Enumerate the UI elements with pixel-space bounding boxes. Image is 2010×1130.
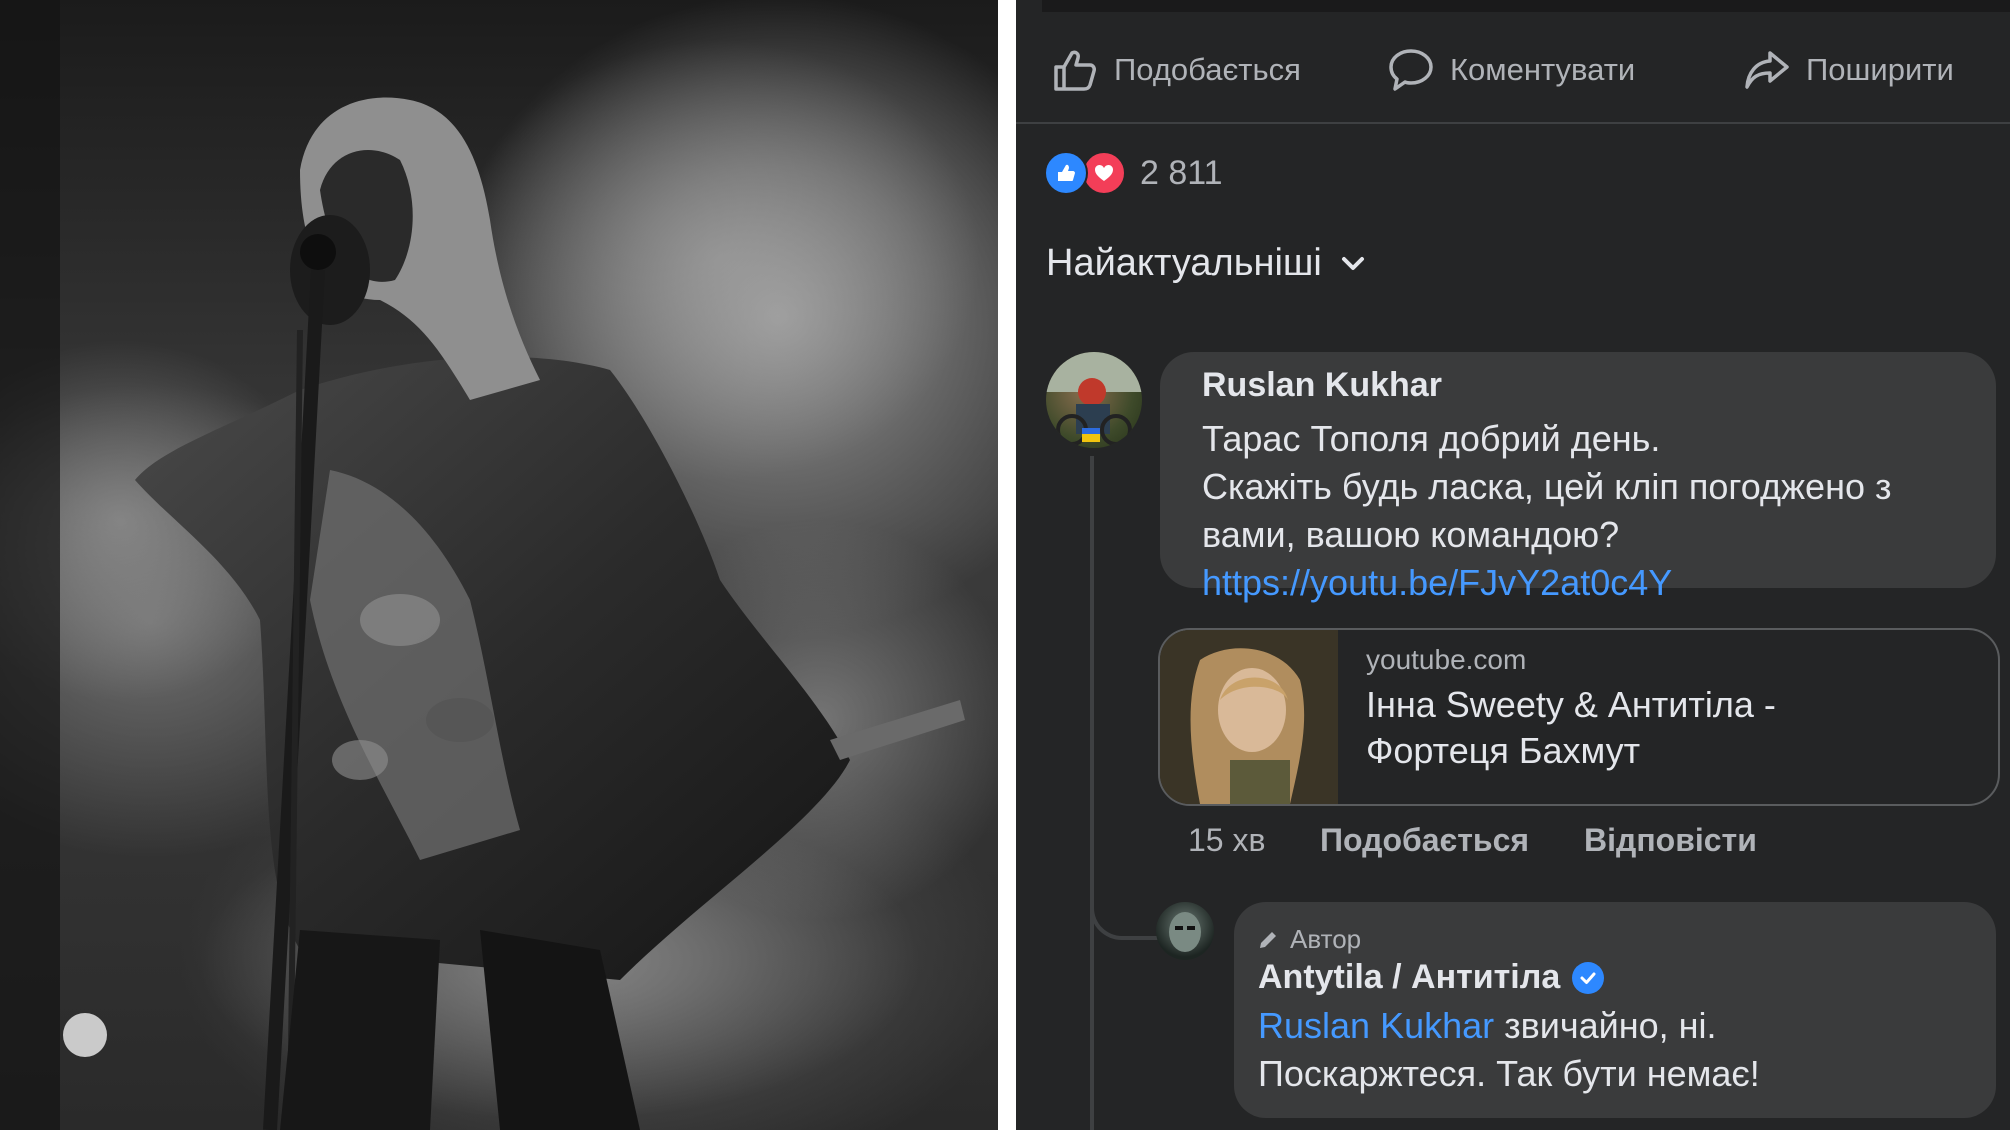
reply-author-name: Antytila / Антитіла: [1258, 958, 1561, 996]
reply-mention[interactable]: Ruslan Kukhar: [1258, 1005, 1494, 1046]
share-label: Поширити: [1806, 52, 1954, 87]
comment-text-line: Скажіть будь ласка, цей кліп погоджено з: [1202, 466, 1892, 507]
author-badge-label: Автор: [1290, 924, 1362, 954]
video-thumbnail: [1160, 630, 1338, 804]
comment-timestamp[interactable]: 15 хв: [1188, 822, 1265, 859]
comment-reply-button[interactable]: Відповісти: [1584, 822, 1757, 859]
verified-badge-icon: [1572, 961, 1605, 994]
sort-label: Найактуальніші: [1046, 242, 1322, 284]
chevron-down-icon: [1341, 256, 1364, 270]
concert-photo: [0, 0, 998, 1130]
pencil-icon: [1260, 931, 1276, 948]
comment-bubble-icon: [1389, 49, 1433, 91]
share-arrow-icon: [1745, 51, 1789, 89]
facebook-post-panel: Подобається Коментувати Поширити 2 811 Н…: [1016, 0, 2010, 1130]
author-badge: Автор: [1256, 924, 1361, 955]
like-reaction-icon: [1044, 151, 1088, 195]
post-media-edge: [1042, 0, 2010, 12]
thread-line: [1090, 456, 1094, 1130]
link-preview-card[interactable]: youtube.com Інна Sweety & Антитіла - Фор…: [1158, 628, 2000, 806]
comment-text-line: Тарас Тополя добрий день.: [1202, 418, 1661, 459]
preview-title-line: Фортеця Бахмут: [1366, 730, 1641, 771]
action-divider: [1016, 122, 2010, 124]
comment-like-button[interactable]: Подобається: [1320, 822, 1529, 859]
comment-button[interactable]: Коментувати: [1386, 42, 1635, 98]
reaction-summary[interactable]: 2 811: [1044, 150, 1223, 196]
thumbs-up-icon: [1054, 50, 1096, 91]
like-label: Подобається: [1114, 52, 1301, 87]
image-divider: [998, 0, 1016, 1130]
share-button[interactable]: Поширити: [1742, 42, 1954, 98]
reply-text-line: Ruslan Kukhar звичайно, ні.: [1258, 1005, 1717, 1047]
comment-link[interactable]: https://youtu.be/FJvY2at0c4Y: [1202, 562, 1672, 604]
comment-author[interactable]: Ruslan Kukhar: [1202, 366, 1442, 405]
comment-sort-dropdown[interactable]: Найактуальніші: [1046, 242, 1368, 285]
like-button[interactable]: Подобається: [1050, 42, 1301, 98]
comment-text-line: вами, вашою командою?: [1202, 514, 1620, 555]
comment-label: Коментувати: [1450, 52, 1636, 87]
post-action-bar: Подобається Коментувати Поширити: [1016, 28, 2010, 116]
reply-author[interactable]: Antytila / Антитіла: [1258, 958, 1605, 997]
reply-text-line: Поскаржтеся. Так бути немає!: [1258, 1053, 1760, 1094]
preview-title-line: Інна Sweety & Антитіла -: [1366, 684, 1776, 725]
reply-connector: [1090, 880, 1164, 940]
commenter-avatar[interactable]: [1046, 352, 1142, 448]
preview-domain: youtube.com: [1366, 644, 1527, 675]
reply-text: звичайно, ні.: [1494, 1005, 1717, 1046]
reaction-count: 2 811: [1140, 153, 1223, 192]
love-reaction-icon: [1082, 151, 1126, 195]
page-avatar[interactable]: [1156, 902, 1214, 960]
singer-silhouette: [0, 0, 998, 1130]
